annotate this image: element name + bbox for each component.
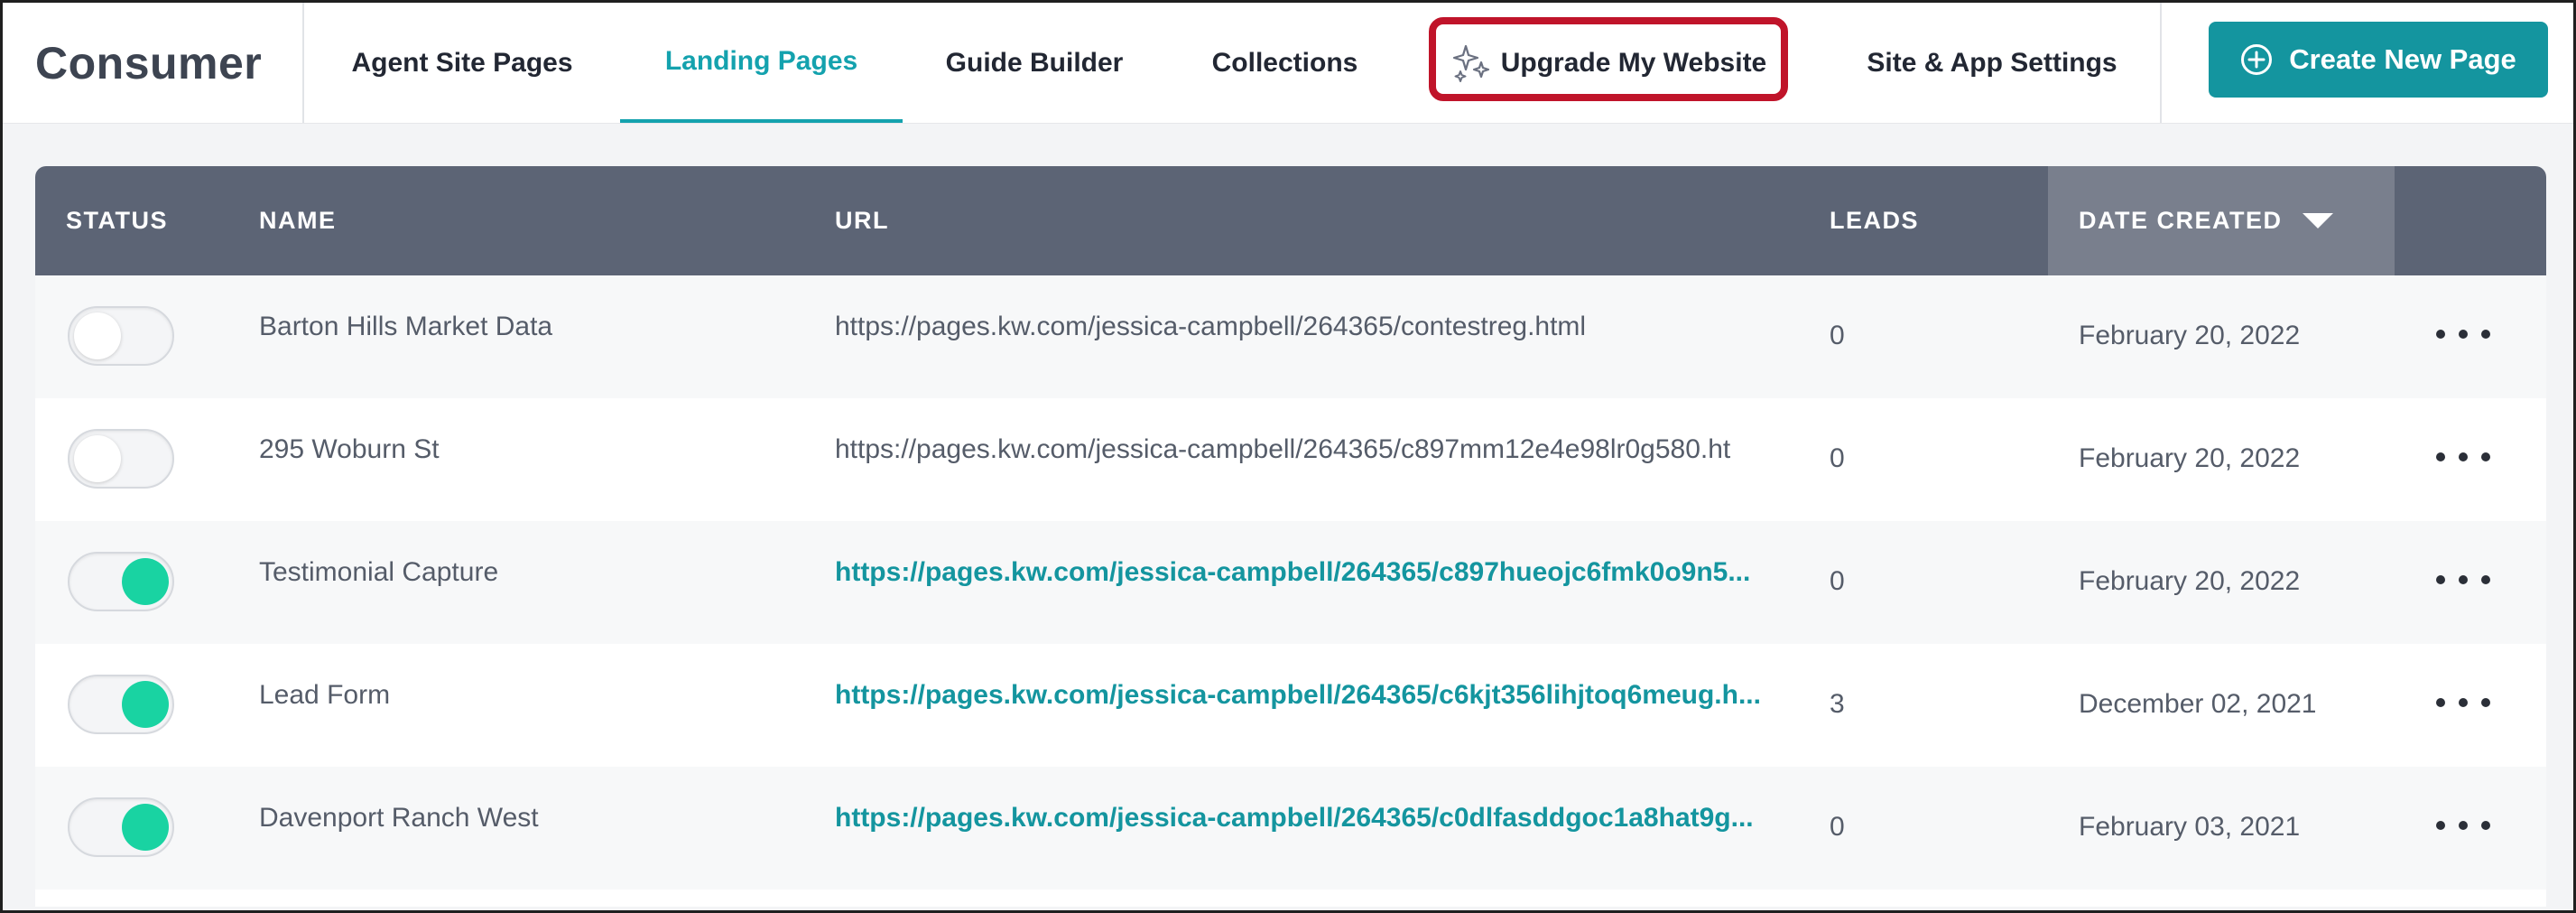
toggle-knob: [122, 804, 169, 851]
page-name: Lead Form: [259, 680, 391, 710]
top-navigation: Consumer Agent Site Pages Landing Pages …: [3, 3, 2573, 124]
status-toggle[interactable]: [68, 552, 174, 611]
status-toggle[interactable]: [68, 429, 174, 489]
tab-label: Site & App Settings: [1867, 47, 2117, 78]
page-url: https://pages.kw.com/jessica-campbell/26…: [835, 312, 1587, 341]
column-header-leads[interactable]: LEADS: [1830, 166, 1919, 275]
page-url-link[interactable]: https://pages.kw.com/jessica-campbell/26…: [835, 803, 1801, 834]
table-row: Barton Hills Market Data https://pages.k…: [35, 275, 2546, 398]
column-header-date-label: DATE CREATED: [2079, 207, 2283, 234]
page-url-link[interactable]: https://pages.kw.com/jessica-campbell/26…: [835, 557, 1801, 588]
table-row: Lead Form https://pages.kw.com/jessica-c…: [35, 644, 2546, 767]
more-options-icon[interactable]: [2436, 566, 2490, 593]
page-date-created: February 20, 2022: [2079, 443, 2301, 473]
toggle-knob: [74, 312, 121, 359]
tab-site-app-settings[interactable]: Site & App Settings: [1824, 3, 2160, 123]
more-options-icon[interactable]: [2436, 689, 2490, 716]
toggle-knob: [74, 435, 121, 482]
plus-circle-icon: [2240, 43, 2273, 76]
landing-pages-table: STATUS NAME URL LEADS DATE CREATED Barto…: [35, 166, 2546, 907]
page-date-created: February 03, 2021: [2079, 812, 2301, 842]
toggle-knob: [122, 558, 169, 605]
column-header-status[interactable]: STATUS: [66, 166, 168, 275]
page-name: Davenport Ranch West: [259, 803, 539, 833]
page-date-created: December 02, 2021: [2079, 689, 2317, 719]
page-name: Testimonial Capture: [259, 557, 499, 587]
page-leads: 3: [1830, 689, 1845, 719]
more-options-icon[interactable]: [2436, 321, 2490, 348]
page-url: https://pages.kw.com/jessica-campbell/26…: [835, 434, 1731, 464]
create-new-page-label: Create New Page: [2289, 43, 2516, 75]
tab-label: Collections: [1211, 47, 1358, 78]
table-body: Barton Hills Market Data https://pages.k…: [35, 275, 2546, 907]
page-date-created: February 20, 2022: [2079, 321, 2301, 350]
tab-label: Agent Site Pages: [351, 47, 573, 78]
status-toggle[interactable]: [68, 797, 174, 857]
tab-guide-builder[interactable]: Guide Builder: [903, 3, 1166, 123]
status-toggle[interactable]: [68, 306, 174, 366]
page-leads: 0: [1830, 321, 1845, 350]
toggle-knob: [122, 681, 169, 728]
tab-landing-pages[interactable]: Landing Pages: [620, 3, 903, 123]
page-url-link[interactable]: https://pages.kw.com/jessica-campbell/26…: [835, 680, 1801, 711]
table-row: Testimonial Capture https://pages.kw.com…: [35, 521, 2546, 644]
page-leads: 0: [1830, 812, 1845, 842]
more-options-icon[interactable]: [2436, 443, 2490, 470]
column-header-name[interactable]: NAME: [259, 166, 337, 275]
more-options-icon[interactable]: [2436, 812, 2490, 839]
highlight-outline: [1429, 17, 1788, 101]
tab-collections[interactable]: Collections: [1166, 3, 1404, 123]
tab-agent-site-pages[interactable]: Agent Site Pages: [304, 3, 620, 123]
status-toggle[interactable]: [68, 675, 174, 734]
table-header: STATUS NAME URL LEADS DATE CREATED: [35, 166, 2546, 275]
column-header-date-created[interactable]: DATE CREATED: [2048, 166, 2395, 275]
table-row: Davenport Ranch West https://pages.kw.co…: [35, 767, 2546, 890]
page-date-created: February 20, 2022: [2079, 566, 2301, 596]
tab-label: Landing Pages: [664, 45, 858, 76]
create-new-page-button[interactable]: Create New Page: [2209, 22, 2548, 98]
nav-divider: [2160, 3, 2162, 123]
page-leads: 0: [1830, 566, 1845, 596]
page-name: Barton Hills Market Data: [259, 312, 553, 341]
page-leads: 0: [1830, 443, 1845, 473]
column-header-url[interactable]: URL: [835, 166, 889, 275]
table-row: 295 Woburn St https://pages.kw.com/jessi…: [35, 398, 2546, 521]
tab-label: Guide Builder: [945, 47, 1124, 78]
app-window: Consumer Agent Site Pages Landing Pages …: [0, 0, 2576, 913]
page-name: 295 Woburn St: [259, 434, 440, 464]
sort-descending-icon: [2302, 213, 2333, 228]
brand-title: Consumer: [3, 3, 304, 123]
